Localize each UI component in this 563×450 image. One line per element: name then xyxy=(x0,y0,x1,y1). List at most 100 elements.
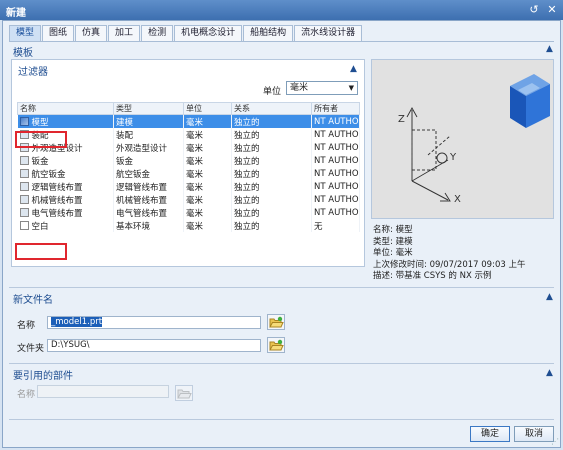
title-bar: 新建 ↺ ✕ xyxy=(0,0,563,20)
cell-type: 装配 xyxy=(113,128,184,141)
tab-line-designer[interactable]: 流水线设计器 xyxy=(294,25,363,41)
file-name-value: _model1.prt xyxy=(51,317,103,327)
col-relation[interactable]: 关系 xyxy=(231,102,312,115)
table-row[interactable]: 逻辑管线布置 逻辑管线布置 毫米 独立的 NT AUTHO... xyxy=(17,180,360,193)
y-axis-label: Y xyxy=(449,152,457,163)
cell-unit: 毫米 xyxy=(183,114,232,128)
model-block-icon xyxy=(510,74,550,128)
table-row[interactable]: 装配 装配 毫米 独立的 NT AUTHO... xyxy=(17,128,360,141)
unit-select[interactable]: 毫米 ▼ xyxy=(286,81,358,95)
file-name-label: 名称 xyxy=(17,321,36,331)
cell-owner: NT AUTHO... xyxy=(311,114,360,128)
highlight-blank-box xyxy=(15,243,67,260)
folder-open-icon xyxy=(269,339,284,351)
cell-owner: NT AUTHO... xyxy=(311,180,360,193)
cell-unit: 毫米 xyxy=(183,167,232,180)
cell-type: 建模 xyxy=(113,114,184,128)
x-axis-label: X xyxy=(454,194,461,205)
cell-owner: NT AUTHO... xyxy=(311,206,360,219)
ref-part-collapse-icon[interactable]: ▲ xyxy=(546,368,553,378)
cell-type: 外观造型设计 xyxy=(113,141,184,154)
col-unit[interactable]: 单位 xyxy=(183,102,232,115)
window-title: 新建 xyxy=(6,8,26,19)
datum-plane xyxy=(411,129,437,171)
ok-button[interactable]: 确定 xyxy=(470,426,510,442)
highlight-model-box xyxy=(15,131,67,148)
col-name[interactable]: 名称 xyxy=(17,102,114,115)
file-name-input[interactable]: _model1.prt xyxy=(47,316,261,329)
table-row[interactable]: 电气管线布置 电气管线布置 毫米 独立的 NT AUTHO... xyxy=(17,206,360,219)
tab-simulation[interactable]: 仿真 xyxy=(75,25,108,41)
cell-name: 机械管线布置 xyxy=(17,193,114,206)
table-row[interactable]: 外观造型设计 外观造型设计 毫米 独立的 NT AUTHO... xyxy=(17,141,360,154)
cell-type: 基本环境 xyxy=(113,219,184,232)
folder-input[interactable]: D:\YSUG\ xyxy=(47,339,261,352)
ref-name-label: 名称 xyxy=(17,390,36,400)
section-divider xyxy=(9,287,554,288)
table-row[interactable]: 钣金 钣金 毫米 独立的 NT AUTHO... xyxy=(17,154,360,167)
cell-name: 模型 xyxy=(17,114,114,128)
cell-owner: NT AUTHO... xyxy=(311,154,360,167)
cell-relation: 独立的 xyxy=(231,114,312,128)
restore-icon[interactable]: ↺ xyxy=(527,3,541,17)
tab-mechatronics[interactable]: 机电概念设计 xyxy=(174,25,243,41)
new-file-section-title: 新文件名 xyxy=(13,295,53,306)
cell-name: 钣金 xyxy=(17,154,114,167)
browse-folder-button[interactable] xyxy=(267,337,285,353)
resize-grip-icon[interactable]: ⋰ xyxy=(551,437,559,446)
section-divider xyxy=(9,363,554,364)
cell-relation: 独立的 xyxy=(231,167,312,180)
cell-name: 电气管线布置 xyxy=(17,206,114,219)
col-type[interactable]: 类型 xyxy=(113,102,184,115)
cell-name: 航空钣金 xyxy=(17,167,114,180)
cell-unit: 毫米 xyxy=(183,193,232,206)
cell-unit: 毫米 xyxy=(183,128,232,141)
cell-type: 逻辑管线布置 xyxy=(113,180,184,193)
tab-ship-structure[interactable]: 船舶结构 xyxy=(243,25,294,41)
template-section-title: 模板 xyxy=(13,48,33,59)
cell-name: 空白 xyxy=(17,219,114,232)
browse-name-button[interactable] xyxy=(267,314,285,330)
electrical-routing-icon xyxy=(19,207,29,217)
row-name: 空白 xyxy=(31,221,49,232)
ref-browse-button[interactable] xyxy=(175,385,193,401)
cancel-button[interactable]: 取消 xyxy=(514,426,554,442)
tab-inspection[interactable]: 检测 xyxy=(141,25,174,41)
cell-owner: 无 xyxy=(311,219,360,232)
z-axis-label: Z xyxy=(398,114,405,125)
new-file-collapse-icon[interactable]: ▲ xyxy=(546,292,553,302)
prop-name: 名称: 模型 xyxy=(373,225,413,235)
template-collapse-icon[interactable]: ▲ xyxy=(546,44,553,54)
cell-relation: 独立的 xyxy=(231,141,312,154)
table-row[interactable]: 机械管线布置 机械管线布置 毫米 独立的 NT AUTHO... xyxy=(17,193,360,206)
row-name: 机械管线布置 xyxy=(31,195,83,206)
model-icon xyxy=(19,116,29,126)
template-properties: 名称: 模型 类型: 建模 单位: 毫米 上次修改时间: 09/07/2017 … xyxy=(373,225,525,283)
filter-collapse-icon[interactable]: ▲ xyxy=(350,64,357,74)
cell-type: 电气管线布置 xyxy=(113,206,184,219)
template-table: 名称 类型 单位 关系 所有者 模型 建模 毫米 独立的 NT AUTHO...… xyxy=(17,102,360,232)
tab-drawing[interactable]: 图纸 xyxy=(42,25,75,41)
row-name: 模型 xyxy=(31,117,49,128)
cell-owner: NT AUTHO... xyxy=(311,128,360,141)
tab-manufacturing[interactable]: 加工 xyxy=(108,25,141,41)
chevron-down-icon: ▼ xyxy=(348,84,354,92)
col-owner[interactable]: 所有者 xyxy=(311,102,360,115)
template-preview: Z Y X xyxy=(371,59,554,219)
table-header: 名称 类型 单位 关系 所有者 xyxy=(17,102,360,115)
cell-type: 机械管线布置 xyxy=(113,193,184,206)
datum-plane-edge xyxy=(427,135,451,156)
tab-model[interactable]: 模型 xyxy=(9,25,42,41)
table-row[interactable]: 模型 建模 毫米 独立的 NT AUTHO... xyxy=(17,114,360,128)
cell-relation: 独立的 xyxy=(231,180,312,193)
tab-divider xyxy=(9,41,554,42)
ref-name-input[interactable] xyxy=(37,385,169,398)
prop-description: 描述: 带基准 CSYS 的 NX 示例 xyxy=(373,271,492,281)
ref-part-section-title: 要引用的部件 xyxy=(13,371,73,382)
row-name: 航空钣金 xyxy=(31,169,66,180)
close-icon[interactable]: ✕ xyxy=(545,3,559,17)
logical-routing-icon xyxy=(19,181,29,191)
folder-open-icon xyxy=(269,316,284,328)
table-row[interactable]: 空白 基本环境 毫米 独立的 无 xyxy=(17,219,360,232)
table-row[interactable]: 航空钣金 航空钣金 毫米 独立的 NT AUTHO... xyxy=(17,167,360,180)
